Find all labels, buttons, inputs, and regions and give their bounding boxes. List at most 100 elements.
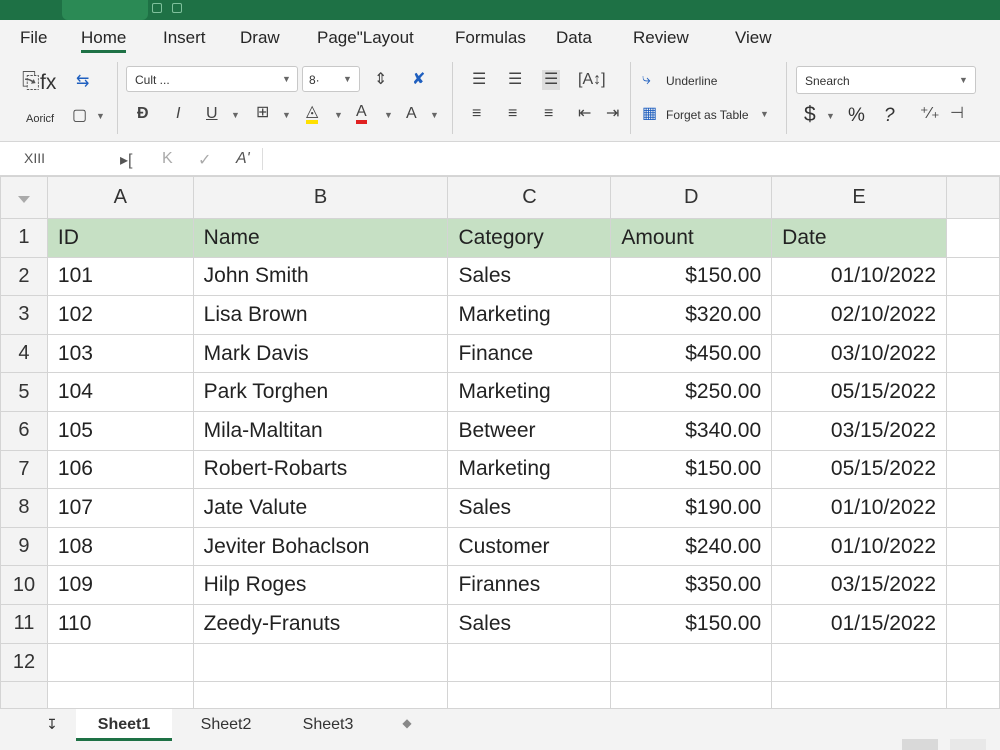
sheet-tab-sheet2[interactable]: Sheet2 [178,709,274,741]
row-header[interactable]: 3 [0,295,48,335]
normal-view-button[interactable] [902,739,938,750]
chevron-down-icon[interactable]: ▼ [96,112,105,121]
cell[interactable]: Marketing [447,295,612,335]
cell[interactable]: Zeedy-Franuts [192,603,449,644]
cell[interactable] [946,526,1000,567]
cell[interactable]: 03/10/2022 [771,333,948,374]
menu-page-layout[interactable]: Page"Layout [317,28,414,48]
row-header[interactable]: 12 [0,642,48,683]
clear-format-icon[interactable]: ✘ [412,72,425,88]
cell[interactable]: $240.00 [610,526,773,567]
menu-data[interactable]: Data [556,28,592,48]
align-left-icon[interactable]: ≡ [472,106,481,122]
underline-style-button[interactable]: Underline [666,75,717,87]
function-button[interactable]: fx [40,72,56,93]
cell[interactable] [192,642,449,683]
cell[interactable]: Sales [447,603,612,644]
chevron-down-icon[interactable]: ▼ [384,111,393,120]
cell[interactable]: Robert-Robarts [192,449,449,490]
cell[interactable]: Hilp Roges [192,565,449,605]
save-icon[interactable] [152,3,162,13]
comma-style-button[interactable]: ? [884,106,895,125]
cell[interactable]: 105 [46,410,194,451]
cell[interactable]: 05/15/2022 [771,449,948,490]
format-painter-icon[interactable]: ⇆ [76,74,89,90]
bold-icon[interactable]: Ð [137,106,149,122]
column-header[interactable]: E [771,176,948,219]
increase-decimal-icon[interactable]: ⁺⁄₊ [920,106,940,122]
cell[interactable]: 01/10/2022 [771,526,948,567]
cell[interactable]: 104 [46,372,194,412]
cell[interactable]: Mark Davis [192,333,449,374]
cell[interactable]: $150.00 [610,603,773,644]
cell[interactable]: Marketing [447,372,612,412]
cell[interactable]: Date [771,218,948,258]
cell[interactable] [610,642,773,683]
select-all-corner[interactable] [0,176,48,219]
cell[interactable]: John Smith [192,256,449,297]
cell[interactable]: 03/15/2022 [771,410,948,451]
chevron-down-icon[interactable]: ▼ [282,111,291,120]
cell[interactable]: 108 [46,526,194,567]
row-header[interactable]: 6 [0,410,48,451]
cancel-icon[interactable]: K [162,150,173,168]
column-header[interactable]: A [46,176,194,219]
cell[interactable]: 01/15/2022 [771,603,948,644]
cell[interactable] [946,449,1000,490]
underline-button[interactable]: U [206,106,218,122]
cell[interactable]: Amount [610,218,773,258]
cell[interactable]: $320.00 [610,295,773,335]
row-header[interactable]: 11 [0,603,48,644]
column-header[interactable]: D [610,176,773,219]
cell[interactable]: Jate Valute [192,488,449,528]
cell[interactable]: $250.00 [610,372,773,412]
cell[interactable] [447,642,612,683]
align-middle-icon[interactable]: ☰ [508,72,522,88]
cell[interactable]: 103 [46,333,194,374]
menu-insert[interactable]: Insert [163,28,206,48]
menu-draw[interactable]: Draw [240,28,280,48]
borders-box-icon[interactable]: ▢ [72,108,87,124]
cell[interactable]: $350.00 [610,565,773,605]
row-header[interactable]: 4 [0,333,48,374]
cell[interactable]: Name [192,218,449,258]
row-header[interactable]: 5 [0,372,48,412]
paste-icon[interactable]: ⎘ [22,70,40,92]
cell[interactable]: Category [447,218,612,258]
cell[interactable]: Marketing [447,449,612,490]
cell[interactable] [946,218,1000,258]
cell[interactable]: 102 [46,295,194,335]
cell[interactable]: 05/15/2022 [771,372,948,412]
sheet-tab-sheet1[interactable]: Sheet1 [76,709,172,741]
orientation-icon[interactable]: [A↕] [578,72,606,88]
align-top-icon[interactable]: ☰ [472,72,486,88]
cell[interactable]: Park Torghen [192,372,449,412]
cell[interactable]: Customer [447,526,612,567]
cell[interactable] [46,642,194,683]
number-format-select[interactable]: Snearch ▼ [796,66,976,94]
row-header[interactable]: 1 [0,218,48,258]
column-header-empty[interactable] [946,176,1000,219]
name-box[interactable]: XIII [24,150,45,166]
cell[interactable]: $450.00 [610,333,773,374]
menu-view[interactable]: View [735,28,772,48]
cell[interactable]: Sales [447,488,612,528]
add-sheet-button[interactable]: ◆ [392,709,422,741]
chevron-down-icon[interactable]: ▼ [231,111,240,120]
currency-button[interactable]: $ [804,104,816,125]
cell[interactable]: Sales [447,256,612,297]
formula-input[interactable] [270,146,990,172]
font-name-select[interactable]: Cult ... ▼ [126,66,298,92]
italic-button[interactable]: I [176,106,180,122]
increase-indent-icon[interactable]: ⇥ [606,106,619,122]
cell[interactable] [946,565,1000,605]
align-right-icon[interactable]: ≡ [544,106,553,122]
cell[interactable] [946,488,1000,528]
cell[interactable] [946,295,1000,335]
cell[interactable] [946,372,1000,412]
row-header[interactable]: 2 [0,256,48,297]
decrease-indent-icon[interactable]: ⇤ [578,106,591,122]
quick-access-icon[interactable] [172,3,182,13]
name-box-expand-icon[interactable]: ▸[ [120,150,132,170]
row-header[interactable]: 10 [0,565,48,605]
